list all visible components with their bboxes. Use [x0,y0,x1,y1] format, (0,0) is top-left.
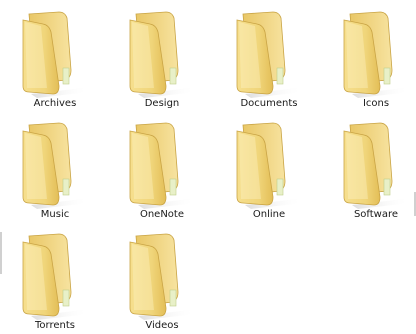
folder-icon [236,122,303,209]
folder-item-online[interactable]: Online [217,117,321,223]
folder-item-onenote[interactable]: OneNote [110,117,214,223]
folder-icon [343,11,410,98]
folder-icon [22,122,89,209]
folder-label: Videos [145,320,179,331]
folder-item-torrents[interactable]: Torrents [3,228,107,334]
folder-icon [22,11,89,98]
folder-icon [22,233,89,320]
folder-item-design[interactable]: Design [110,6,214,112]
folder-label: Archives [33,98,77,109]
folder-item-music[interactable]: Music [3,117,107,223]
folder-label: Design [144,98,180,109]
folder-label: Documents [240,98,298,109]
folder-view: Archives Design Documents Icons Music On… [0,0,416,334]
folder-label: Torrents [35,320,75,331]
folder-icon [129,233,196,320]
folder-item-icons[interactable]: Icons [324,6,416,112]
folder-item-archives[interactable]: Archives [3,6,107,112]
folder-label: Online [252,209,286,220]
folder-icon [236,11,303,98]
folder-item-software[interactable]: Software [324,117,416,223]
folder-label: Icons [362,98,390,109]
folder-label: Music [40,209,70,220]
folder-icon [129,122,196,209]
folder-label: OneNote [139,209,185,220]
folder-item-videos[interactable]: Videos [110,228,214,334]
folder-label: Software [353,209,399,220]
folder-icon [343,122,410,209]
folder-icon [129,11,196,98]
folder-grid: Archives Design Documents Icons Music On… [0,0,416,334]
folder-item-documents[interactable]: Documents [217,6,321,112]
